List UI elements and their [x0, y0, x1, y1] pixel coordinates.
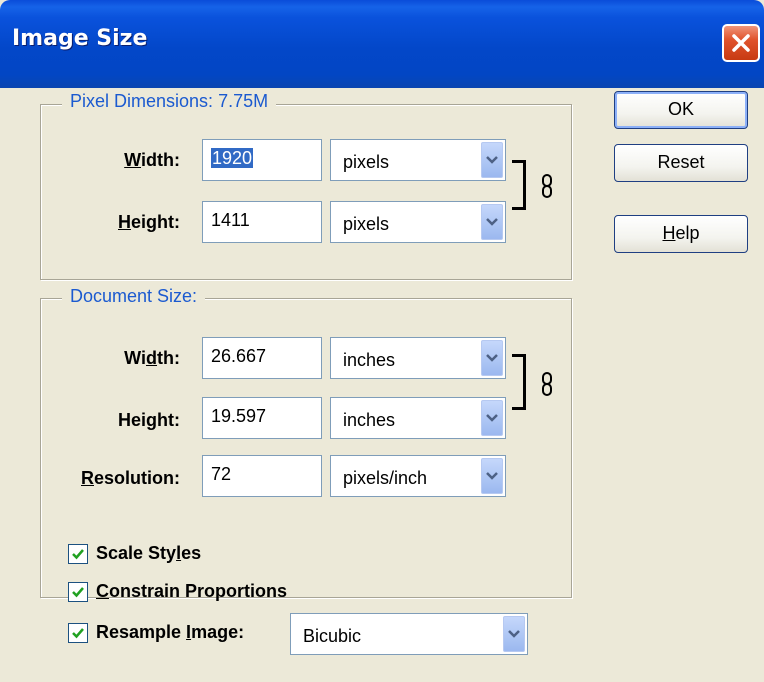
close-button[interactable] — [722, 24, 760, 62]
dropdown-arrow-icon[interactable] — [481, 400, 503, 436]
pixel-dimensions-size: 7.75M — [218, 91, 269, 111]
close-icon — [732, 34, 750, 52]
resolution-label: Resolution: — [81, 468, 180, 488]
checkmark-icon — [72, 587, 84, 598]
pixel-height-label: Height: — [118, 212, 180, 232]
doc-height-input[interactable]: 19.597 — [202, 397, 322, 439]
chain-link-icon — [542, 372, 552, 396]
resolution-input[interactable]: 72 — [202, 455, 322, 497]
doc-height-unit-select[interactable]: inches — [330, 397, 506, 439]
resolution-unit-select[interactable]: pixels/inch — [330, 455, 506, 497]
constrain-proportions-checkbox[interactable] — [68, 582, 88, 602]
pixel-height-input[interactable]: 1411 — [202, 201, 322, 243]
doc-width-label: Width: — [124, 348, 180, 368]
checkmark-icon — [72, 628, 84, 639]
chain-link-icon — [542, 174, 552, 198]
doc-width-unit-select[interactable]: inches — [330, 337, 506, 379]
checkmark-icon — [72, 549, 84, 560]
pixel-width-label: Width: — [124, 150, 180, 170]
scale-styles-label[interactable]: Scale Styles — [96, 543, 201, 564]
pixel-height-unit-select[interactable]: pixels — [330, 201, 506, 243]
resample-image-checkbox[interactable] — [68, 623, 88, 643]
pixel-dimensions-group — [40, 104, 572, 280]
dropdown-arrow-icon[interactable] — [481, 458, 503, 494]
doc-link-bracket — [512, 354, 526, 410]
resample-image-label[interactable]: Resample Image: — [96, 622, 244, 643]
dialog-client: Pixel Dimensions: 7.75M Width: 1920 pixe… — [0, 88, 764, 682]
dropdown-arrow-icon[interactable] — [481, 204, 503, 240]
doc-width-input[interactable]: 26.667 — [202, 337, 322, 379]
resample-method-select[interactable]: Bicubic — [290, 613, 528, 655]
dropdown-arrow-icon[interactable] — [481, 340, 503, 376]
pixel-link-bracket — [512, 160, 526, 210]
doc-height-label: Height: — [118, 410, 180, 430]
dropdown-arrow-icon[interactable] — [503, 616, 525, 652]
pixel-dimensions-legend: Pixel Dimensions: 7.75M — [62, 91, 277, 112]
ok-button[interactable]: OK — [614, 91, 748, 129]
scale-styles-checkbox[interactable] — [68, 544, 88, 564]
constrain-proportions-label[interactable]: Constrain Proportions — [96, 581, 287, 602]
reset-button[interactable]: Reset — [614, 144, 748, 182]
pixel-width-unit-select[interactable]: pixels — [330, 139, 506, 181]
window-title: Image Size — [12, 26, 148, 51]
document-size-legend: Document Size: — [62, 286, 206, 307]
help-button[interactable]: Help — [614, 215, 748, 253]
dropdown-arrow-icon[interactable] — [481, 142, 503, 178]
pixel-width-input[interactable]: 1920 — [202, 139, 322, 181]
title-bar[interactable]: Image Size — [0, 0, 764, 88]
